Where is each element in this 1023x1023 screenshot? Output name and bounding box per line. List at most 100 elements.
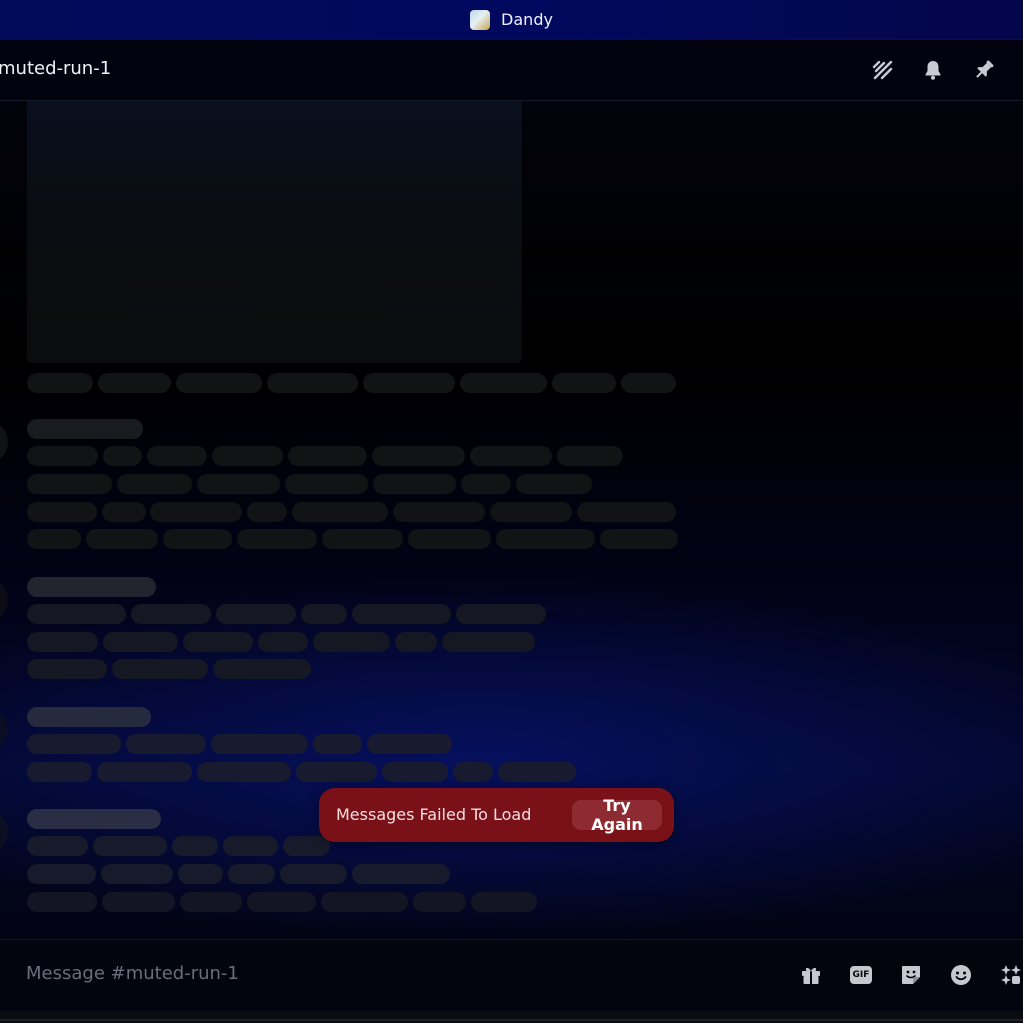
window-bottom-edge xyxy=(0,1011,1023,1023)
skeleton-bar xyxy=(285,474,368,494)
author-skeleton xyxy=(27,809,161,829)
skeleton-bar xyxy=(301,604,347,624)
skeleton-bar xyxy=(131,604,211,624)
skeleton-bar xyxy=(247,892,316,912)
skeleton-bar xyxy=(86,529,158,549)
skeleton-bar xyxy=(600,529,678,549)
author-skeleton xyxy=(27,577,156,597)
gif-label: GIF xyxy=(850,966,872,984)
skeleton-bar xyxy=(267,373,358,393)
skeleton-bar xyxy=(211,734,308,754)
skeleton-bar xyxy=(498,762,576,782)
skeleton-bar xyxy=(363,373,455,393)
skeleton-bar xyxy=(395,632,437,652)
try-again-button[interactable]: Try Again xyxy=(572,796,662,834)
sticker-icon[interactable] xyxy=(898,962,924,988)
skeleton-bar xyxy=(103,446,142,466)
skeleton-bar xyxy=(456,604,546,624)
gift-icon[interactable] xyxy=(798,962,824,988)
skeleton-bar xyxy=(313,734,362,754)
skeleton-bar xyxy=(27,474,112,494)
skeleton-bar xyxy=(101,864,173,884)
skeleton-bar xyxy=(460,373,547,393)
skeleton-bar xyxy=(27,604,126,624)
skeleton-bar xyxy=(470,446,552,466)
gif-icon[interactable]: GIF xyxy=(848,962,874,988)
emoji-icon[interactable] xyxy=(948,962,974,988)
skeleton-bar xyxy=(296,762,377,782)
skeleton-bar xyxy=(27,659,107,679)
skeleton-bar xyxy=(213,659,311,679)
skeleton-bar xyxy=(102,502,146,522)
avatar xyxy=(0,708,8,752)
channel-name: muted-run-1 xyxy=(0,58,112,79)
skeleton-bar xyxy=(442,632,535,652)
skeleton-bar xyxy=(27,836,88,856)
skeleton-bar xyxy=(516,474,592,494)
skeleton-bar xyxy=(352,604,451,624)
skeleton-bar xyxy=(126,734,206,754)
skeleton-bar xyxy=(557,446,623,466)
skeleton-bar xyxy=(176,373,262,393)
skeleton-bar xyxy=(373,474,456,494)
skeleton-bar xyxy=(27,734,121,754)
message-composer[interactable]: Message #muted-run-1 GIF xyxy=(0,939,1023,1011)
skeleton-bar xyxy=(577,502,676,522)
message-input[interactable]: Message #muted-run-1 xyxy=(26,963,239,984)
skeleton-bar xyxy=(93,836,167,856)
avatar xyxy=(0,810,8,854)
skeleton-bar xyxy=(103,632,178,652)
avatar xyxy=(0,420,8,464)
window-title: Dandy xyxy=(501,10,553,29)
skeleton-bar xyxy=(27,502,97,522)
skeleton-bar xyxy=(223,836,278,856)
skeleton-bar xyxy=(102,892,175,912)
skeleton-bar xyxy=(408,529,491,549)
skeleton-bar xyxy=(27,446,98,466)
skeleton-bar xyxy=(382,762,448,782)
skeleton-bar xyxy=(237,529,317,549)
pin-icon[interactable] xyxy=(971,57,997,83)
skeleton-bar xyxy=(461,474,511,494)
skeleton-bar xyxy=(413,892,466,912)
channel-header: muted-run-1 xyxy=(0,40,1023,101)
skeleton-bar xyxy=(117,474,192,494)
skeleton-bar xyxy=(197,762,291,782)
skeleton-bar xyxy=(228,864,275,884)
skeleton-bar xyxy=(367,734,452,754)
skeleton-bar xyxy=(27,632,98,652)
error-toast: Messages Failed To Load Try Again xyxy=(319,788,674,842)
skeleton-bar xyxy=(280,864,347,884)
skeleton-bar xyxy=(292,502,388,522)
skeleton-bar xyxy=(352,864,450,884)
skeleton-bar xyxy=(247,502,287,522)
skeleton-bar xyxy=(183,632,253,652)
skeleton-bar xyxy=(172,836,218,856)
error-message: Messages Failed To Load xyxy=(336,805,532,824)
skeleton-bar xyxy=(27,892,97,912)
avatar xyxy=(0,578,8,622)
divider xyxy=(0,1019,1023,1021)
skeleton-bar xyxy=(197,474,280,494)
skeleton-bar xyxy=(27,373,93,393)
server-icon xyxy=(470,9,491,30)
skeleton-bar xyxy=(496,529,595,549)
skeleton-bar xyxy=(212,446,283,466)
skeleton-bar xyxy=(372,446,465,466)
author-skeleton xyxy=(27,707,151,727)
skeleton-bar xyxy=(490,502,572,522)
image-placeholder xyxy=(27,101,522,363)
skeleton-bar xyxy=(258,632,308,652)
skeleton-bar xyxy=(27,529,81,549)
apps-icon[interactable] xyxy=(998,962,1023,988)
skeleton-bar xyxy=(552,373,616,393)
skeleton-bar xyxy=(322,529,403,549)
author-skeleton xyxy=(27,419,143,439)
skeleton-bar xyxy=(283,836,330,856)
skeleton-bar xyxy=(180,892,242,912)
bell-icon[interactable] xyxy=(920,57,946,83)
skeleton-bar xyxy=(178,864,223,884)
skeleton-bar xyxy=(313,632,390,652)
threads-icon[interactable] xyxy=(870,57,896,83)
skeleton-bar xyxy=(27,762,92,782)
